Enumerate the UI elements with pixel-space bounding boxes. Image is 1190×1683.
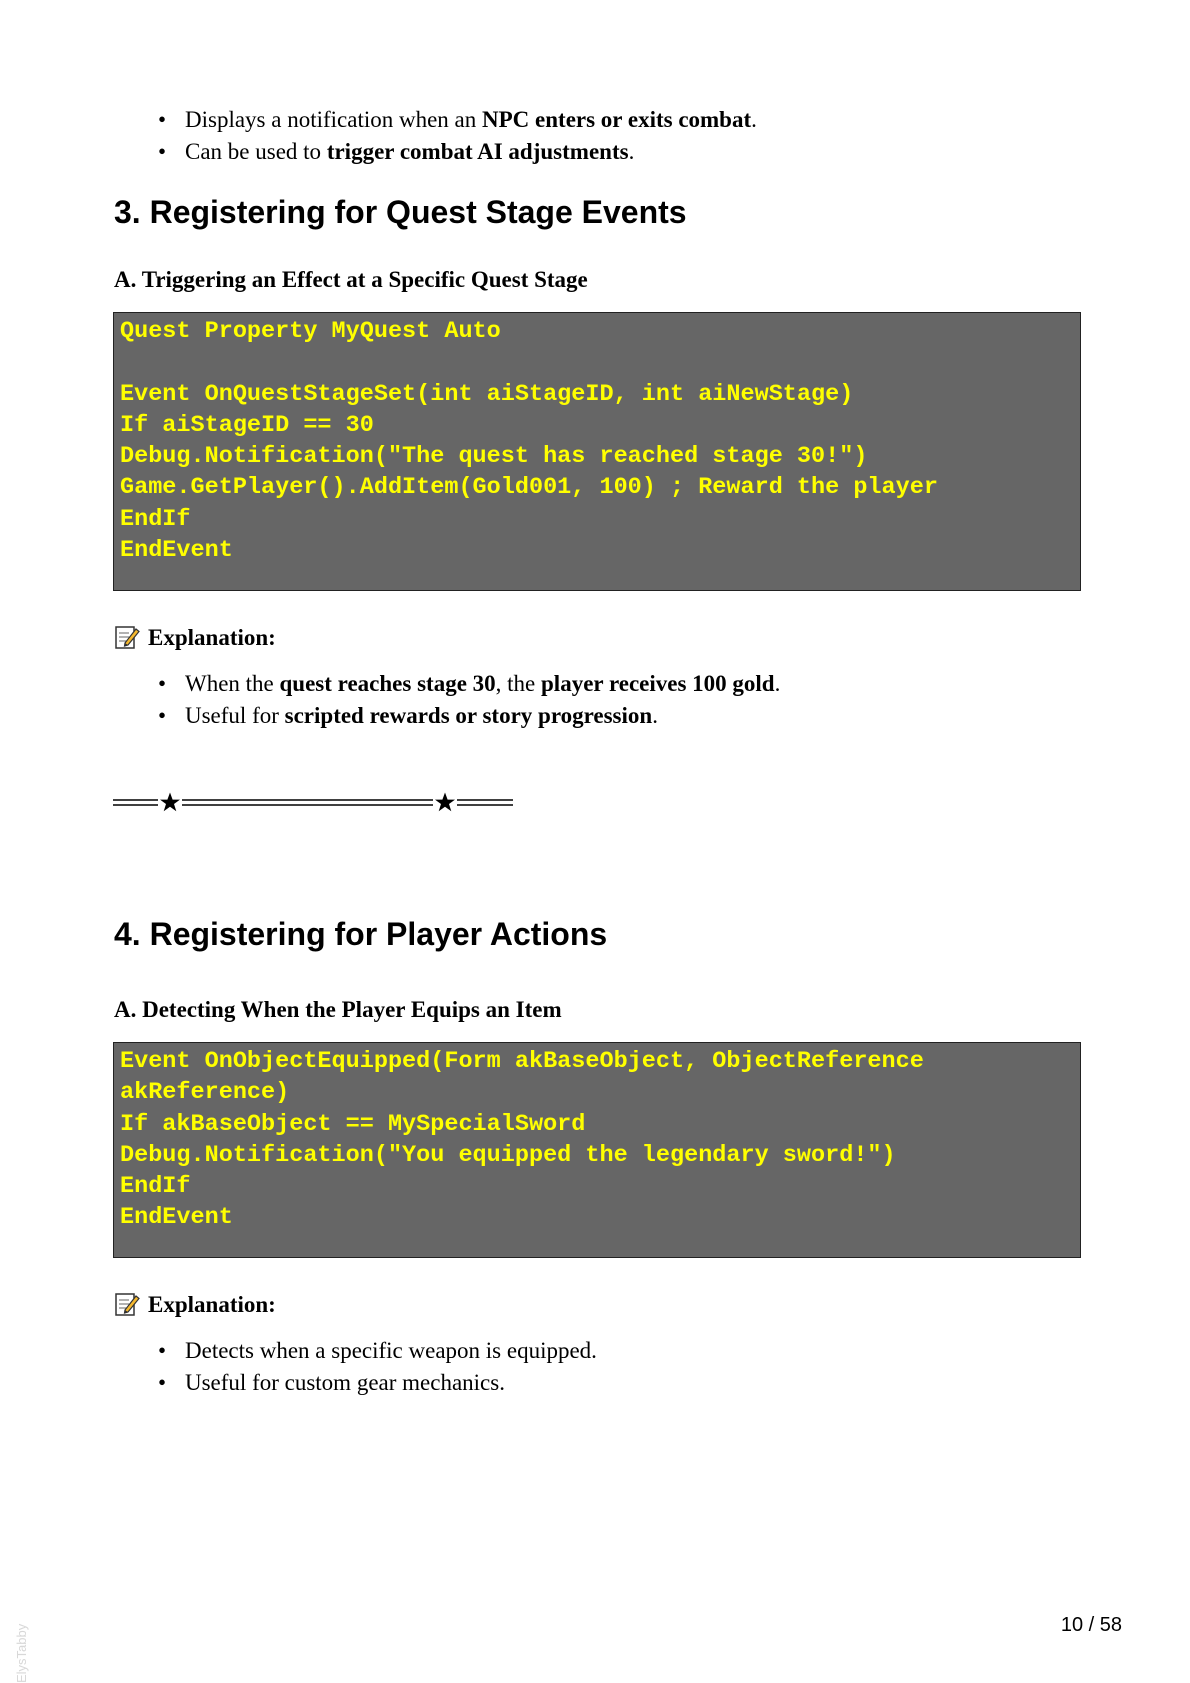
section-4-subheading: A. Detecting When the Player Equips an I…	[114, 997, 562, 1022]
code-line: Debug.Notification("You equipped the leg…	[120, 1141, 896, 1169]
page-number: 10 / 58	[1060, 1614, 1122, 1636]
bullet-dot: •	[158, 703, 167, 728]
list-item: • When the quest reaches stage 30, the pl…	[158, 668, 780, 700]
bullet-dot: •	[158, 107, 167, 132]
list-item: • Useful for custom gear mechanics.	[158, 1367, 597, 1399]
list-item: • Displays a notification when an NPC ent…	[158, 104, 757, 136]
code-line: If akBaseObject == MySpecialSword	[120, 1110, 586, 1138]
code-line: EndEvent	[120, 537, 233, 565]
combat-bullets: • Displays a notification when an NPC ent…	[158, 104, 757, 168]
code-line: EndEvent	[120, 1204, 233, 1232]
code-line: EndIf	[120, 505, 191, 533]
quest-explanation-bullets: • When the quest reaches stage 30, the pl…	[158, 668, 780, 732]
code-block-player-equip: Event OnObjectEquipped(Form akBaseObject…	[113, 1042, 1081, 1258]
section-3-heading: 3. Registering for Quest Stage Events	[114, 194, 687, 230]
code-line: Event OnObjectEquipped(Form akBaseObject…	[120, 1048, 924, 1075]
star-divider	[113, 792, 513, 814]
code-line: If aiStageID == 30	[120, 411, 374, 439]
bullet-dot: •	[158, 671, 167, 696]
memo-icon	[115, 1293, 140, 1316]
bullet-dot: •	[158, 1370, 167, 1395]
bullet-dot: •	[158, 1338, 167, 1363]
list-item: • Useful for scripted rewards or story pr…	[158, 700, 780, 732]
list-item: • Detects when a specific weapon is equip…	[158, 1335, 597, 1367]
memo-icon	[115, 626, 140, 649]
equip-explanation-bullets: • Detects when a specific weapon is equip…	[158, 1335, 597, 1399]
explanation-label: Explanation:	[114, 1290, 276, 1320]
code-line: akReference)	[120, 1079, 290, 1107]
code-line: Game.GetPlayer().AddItem(Gold001, 100) ;…	[120, 474, 938, 502]
section-3-subheading: A. Triggering an Effect at a Specific Qu…	[114, 267, 588, 292]
code-line: Debug.Notification("The quest has reache…	[120, 443, 868, 471]
explanation-label: Explanation:	[114, 623, 276, 653]
code-block-quest-stage: Quest Property MyQuest Auto Event OnQues…	[113, 312, 1081, 591]
watermark: ElysTabby	[14, 1623, 29, 1683]
section-4-heading: 4. Registering for Player Actions	[114, 916, 608, 952]
bullet-dot: •	[158, 139, 167, 164]
code-line: EndIf	[120, 1173, 191, 1201]
list-item: • Can be used to trigger combat AI adjust…	[158, 136, 757, 168]
document-page: • Displays a notification when an NPC ent…	[0, 0, 1190, 1683]
code-line: Event OnQuestStageSet(int aiStageID, int…	[120, 380, 854, 408]
code-line: Quest Property MyQuest Auto	[120, 318, 501, 345]
